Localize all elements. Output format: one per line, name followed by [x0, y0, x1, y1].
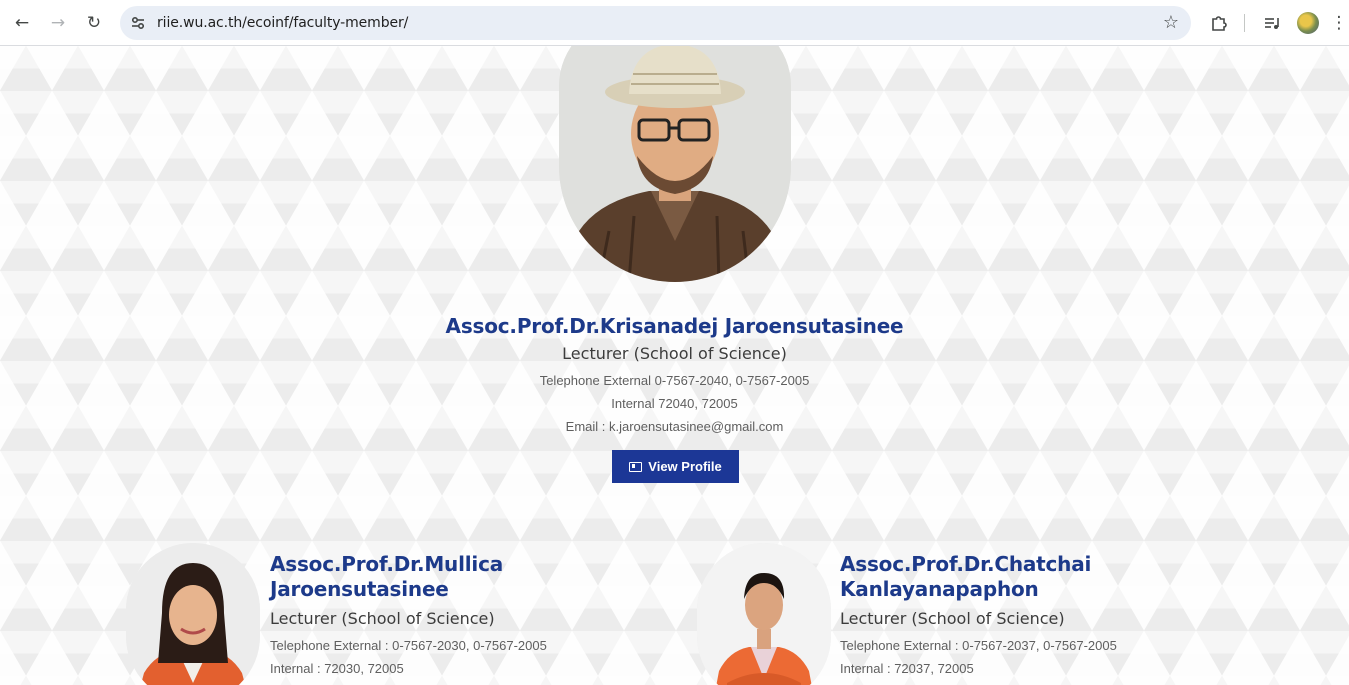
member-name: Assoc.Prof.Dr.Chatchai Kanlayanapaphon	[840, 552, 1092, 601]
view-profile-button[interactable]: View Profile	[612, 450, 739, 483]
forward-arrow-icon[interactable]: →	[43, 8, 73, 38]
media-queue-icon[interactable]	[1262, 13, 1282, 33]
reload-icon[interactable]: ↻	[79, 8, 109, 38]
member-telephone: Telephone External : 0-7567-2030, 0-7567…	[270, 638, 547, 653]
profile-avatar[interactable]	[1297, 12, 1319, 34]
member-role: Lecturer (School of Science)	[840, 609, 1065, 628]
member-photo	[126, 543, 260, 685]
browser-toolbar: ← → ↻ riie.wu.ac.th/ecoinf/faculty-membe…	[0, 0, 1349, 46]
more-menu-icon[interactable]: ⋮	[1329, 8, 1349, 38]
member-internal: Internal : 72030, 72005	[270, 661, 404, 676]
featured-member-photo	[559, 46, 791, 282]
member-role: Lecturer (School of Science)	[270, 609, 495, 628]
id-card-icon	[629, 461, 643, 472]
url-text[interactable]: riie.wu.ac.th/ecoinf/faculty-member/	[157, 15, 408, 31]
featured-member-telephone: Telephone External 0-7567-2040, 0-7567-2…	[539, 373, 810, 388]
back-arrow-icon[interactable]: ←	[7, 8, 37, 38]
toolbar-divider	[1244, 14, 1245, 32]
member-name: Assoc.Prof.Dr.Mullica Jaroensutasinee	[270, 552, 504, 601]
member-telephone: Telephone External : 0-7567-2037, 0-7567…	[840, 638, 1117, 653]
member-photo	[697, 543, 831, 685]
featured-member-role: Lecturer (School of Science)	[562, 344, 787, 363]
address-bar[interactable]: riie.wu.ac.th/ecoinf/faculty-member/ ☆	[120, 6, 1191, 40]
member-internal: Internal : 72037, 72005	[840, 661, 974, 676]
featured-member-internal: Internal 72040, 72005	[611, 396, 738, 411]
bookmark-star-icon[interactable]: ☆	[1163, 12, 1179, 33]
view-profile-label: View Profile	[648, 459, 722, 474]
featured-member-email: Email : k.jaroensutasinee@gmail.com	[565, 419, 784, 434]
faculty-page: Assoc.Prof.Dr.Krisanadej Jaroensutasinee…	[0, 46, 1349, 685]
site-settings-icon[interactable]	[129, 14, 147, 32]
featured-member-name: Assoc.Prof.Dr.Krisanadej Jaroensutasinee	[445, 314, 904, 338]
extensions-puzzle-icon[interactable]	[1209, 13, 1229, 33]
